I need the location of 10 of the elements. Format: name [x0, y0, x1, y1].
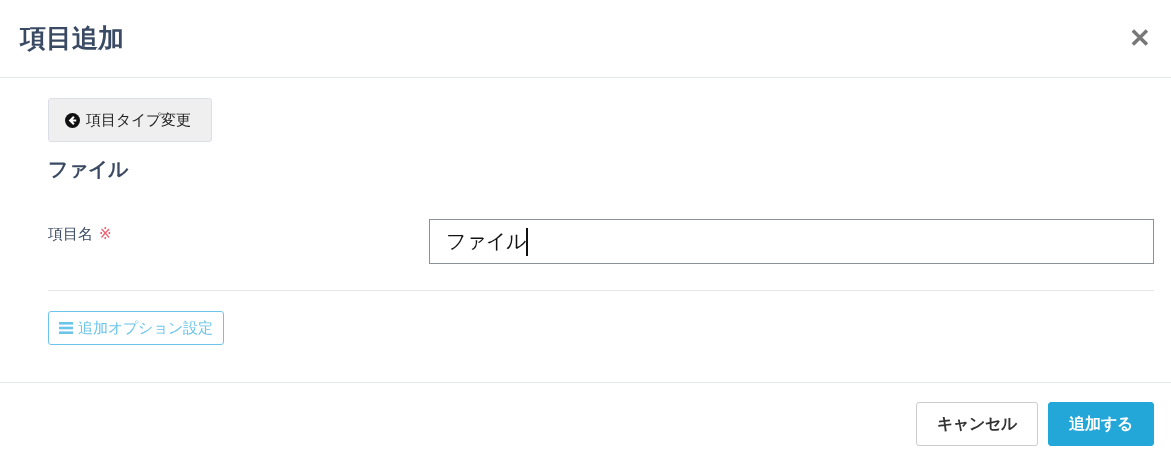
back-arrow-icon [65, 112, 80, 128]
item-type-heading: ファイル [48, 156, 130, 183]
cancel-button[interactable]: キャンセル [916, 402, 1038, 446]
input-field[interactable]: ファイル [429, 219, 1154, 264]
menu-icon [59, 322, 73, 334]
required-mark: ※ [99, 225, 112, 245]
field-label: 項目名 [48, 225, 93, 245]
change-type-button[interactable]: 項目タイプ変更 [48, 98, 212, 142]
dialog-title: 項目追加 [20, 22, 124, 55]
close-button[interactable]: ✕ [1129, 23, 1151, 54]
